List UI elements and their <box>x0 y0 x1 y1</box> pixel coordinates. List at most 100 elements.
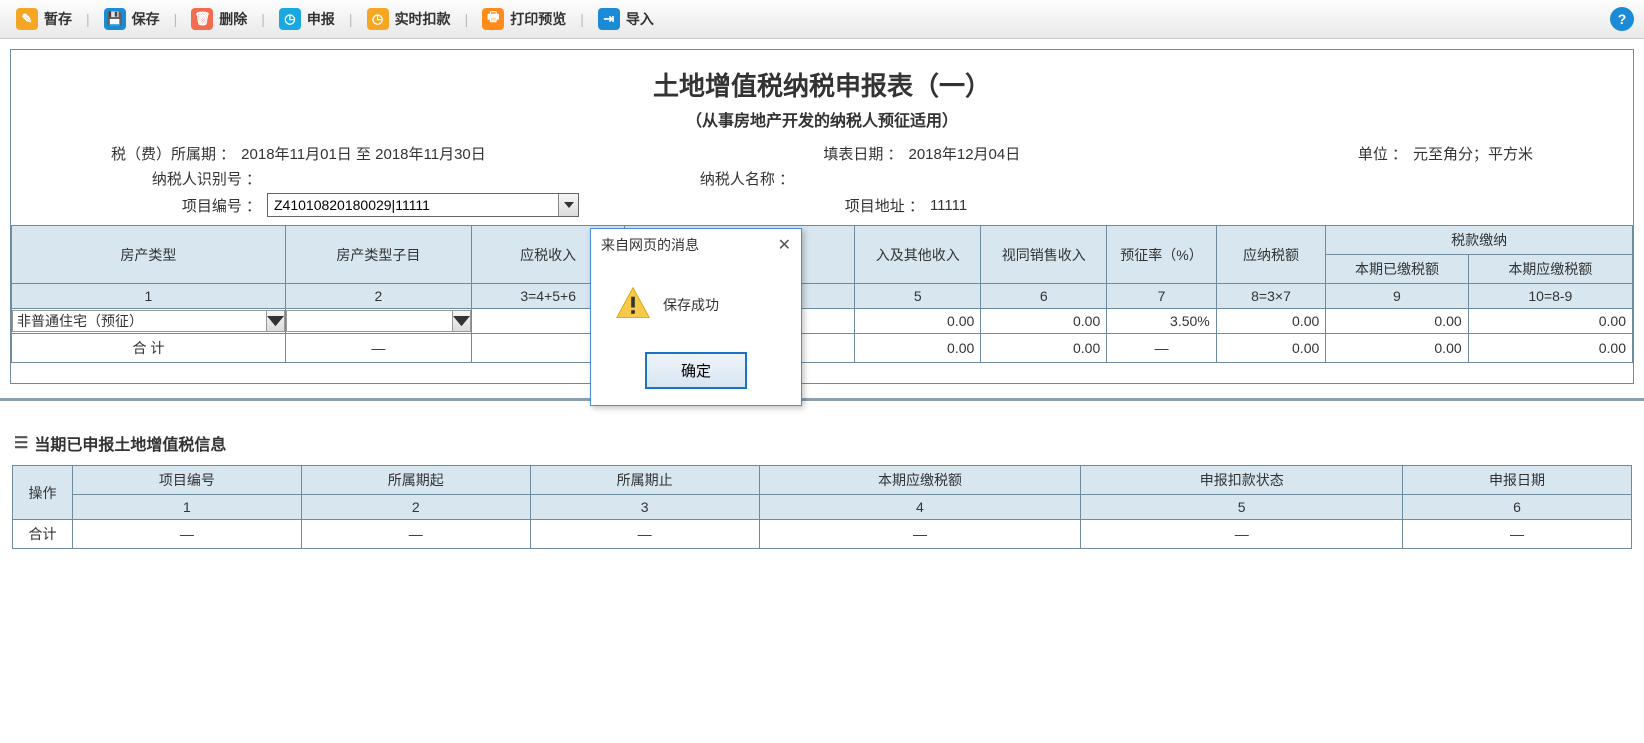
s2-total-dash4: — <box>759 520 1081 549</box>
separator: | <box>86 11 90 27</box>
unit-label: 单位 ： <box>1358 143 1407 164</box>
separator: | <box>349 11 353 27</box>
ok-button[interactable]: 确定 <box>645 352 747 389</box>
num-c2: 2 <box>285 284 471 309</box>
total-label: 合 计 <box>12 334 286 363</box>
info-row-2: 纳税人识别号 ： 纳税人名称 ： <box>11 166 1633 191</box>
page-subtitle: （从事房地产开发的纳税人预征适用） <box>11 107 1633 131</box>
save-label: 保存 <box>132 9 160 29</box>
realtime-button[interactable]: ◷ 实时扣款 <box>361 6 457 32</box>
th-c8: 应纳税额 <box>1216 226 1326 284</box>
declare-icon: ◷ <box>279 8 301 30</box>
separator: | <box>580 11 584 27</box>
th-subtype: 房产类型子目 <box>285 226 471 284</box>
cell-c7[interactable]: 3.50% <box>1107 309 1217 334</box>
stash-button[interactable]: ✎ 暂存 <box>10 6 78 32</box>
data-grid: 房产类型 房产类型子目 应税收入 入及其他收入 视同销售收入 预征率（%） 应纳… <box>11 225 1633 363</box>
total-dash-2: — <box>285 334 471 363</box>
warning-icon <box>615 285 651 324</box>
project-addr-label: 项目地址 ： <box>845 195 924 216</box>
s2-num-c3: 3 <box>530 495 759 520</box>
num-c6: 6 <box>981 284 1107 309</box>
section2-title-row: ☰ 当期已申报土地增值税信息 <box>14 431 1644 455</box>
project-no-combo[interactable] <box>267 193 579 217</box>
taxpayer-id-label: 纳税人识别号 ： <box>111 168 261 189</box>
cell-c5[interactable]: 0.00 <box>855 309 981 334</box>
num-c5: 5 <box>855 284 981 309</box>
list-icon: ☰ <box>14 433 28 453</box>
s2-num-c5: 5 <box>1081 495 1403 520</box>
th-type: 房产类型 <box>12 226 286 284</box>
s2-th-c1: 项目编号 <box>73 466 302 495</box>
print-button[interactable]: 🖶 打印预览 <box>476 6 572 32</box>
print-icon: 🖶 <box>482 8 504 30</box>
s2-total-row: 合计 — — — — — — <box>13 520 1632 549</box>
cell-c9[interactable]: 0.00 <box>1326 309 1468 334</box>
help-icon[interactable]: ? <box>1610 7 1634 31</box>
fill-date-value: 2018年12月04日 <box>909 143 1021 164</box>
separator: | <box>261 11 265 27</box>
s2-th-c4: 本期应缴税额 <box>759 466 1081 495</box>
s2-total-label: 合计 <box>13 520 73 549</box>
s2-th-c3: 所属期止 <box>530 466 759 495</box>
print-label: 打印预览 <box>510 9 566 29</box>
unit-value: 元至角分；平方米 <box>1413 143 1533 164</box>
total-c5: 0.00 <box>855 334 981 363</box>
close-icon[interactable]: ✕ <box>778 235 791 255</box>
chevron-down-icon[interactable] <box>452 311 470 331</box>
cell-type[interactable]: 非普通住宅（预征） <box>12 309 286 334</box>
stash-icon: ✎ <box>16 8 38 30</box>
stash-label: 暂存 <box>44 9 72 29</box>
project-no-input[interactable] <box>268 195 558 215</box>
fill-date-label: 填表日期 ： <box>823 143 902 164</box>
import-button[interactable]: ⇥ 导入 <box>592 6 660 32</box>
dialog-button-row: 确定 <box>591 342 801 405</box>
separator: | <box>465 11 469 27</box>
declare-button[interactable]: ◷ 申报 <box>273 6 341 32</box>
s2-num-c6: 6 <box>1403 495 1632 520</box>
th-c9: 本期已缴税额 <box>1326 255 1468 284</box>
chevron-down-icon[interactable] <box>266 311 284 331</box>
save-button[interactable]: 💾 保存 <box>98 6 166 32</box>
total-c8: 0.00 <box>1216 334 1326 363</box>
s2-num-c1: 1 <box>73 495 302 520</box>
s2-total-dash3: — <box>530 520 759 549</box>
realtime-label: 实时扣款 <box>395 9 451 29</box>
period-value: 2018年11月01日 至 2018年11月30日 <box>241 143 486 164</box>
dialog-titlebar: 来自网页的消息 ✕ <box>591 229 801 261</box>
delete-icon: 🗑 <box>191 8 213 30</box>
cell-c6[interactable]: 0.00 <box>981 309 1107 334</box>
num-c7: 7 <box>1107 284 1217 309</box>
cell-type-value: 非普通住宅（预征） <box>17 311 143 331</box>
section2-table-wrap: 操作 项目编号 所属期起 所属期止 本期应缴税额 申报扣款状态 申报日期 1 2… <box>12 465 1632 549</box>
s2-th-c6: 申报日期 <box>1403 466 1632 495</box>
s2-total-dash2: — <box>301 520 530 549</box>
s2-th-op: 操作 <box>13 466 73 520</box>
th-c10: 本期应缴税额 <box>1468 255 1632 284</box>
import-icon: ⇥ <box>598 8 620 30</box>
s2-num-c4: 4 <box>759 495 1081 520</box>
chevron-down-icon[interactable] <box>558 194 578 216</box>
delete-label: 删除 <box>219 9 247 29</box>
total-c6: 0.00 <box>981 334 1107 363</box>
message-dialog: 来自网页的消息 ✕ 保存成功 确定 <box>590 228 802 406</box>
info-row-1: 税（费）所属期 ： 2018年11月01日 至 2018年11月30日 填表日期… <box>11 141 1633 166</box>
th-c7: 预征率（%） <box>1107 226 1217 284</box>
divider <box>0 398 1644 401</box>
th-c5: 入及其他收入 <box>855 226 981 284</box>
s2-total-dash5: — <box>1081 520 1403 549</box>
import-label: 导入 <box>626 9 654 29</box>
cell-subtype[interactable] <box>285 309 471 334</box>
s2-num-c2: 2 <box>301 495 530 520</box>
save-icon: 💾 <box>104 8 126 30</box>
s2-total-dash6: — <box>1403 520 1632 549</box>
dialog-message: 保存成功 <box>663 295 719 315</box>
delete-button[interactable]: 🗑 删除 <box>185 6 253 32</box>
total-c7: — <box>1107 334 1217 363</box>
th-c9g: 税款缴纳 <box>1326 226 1633 255</box>
num-c8: 8=3×7 <box>1216 284 1326 309</box>
grid-num-row: 1 2 3=4+5+6 5 6 7 8=3×7 9 10=8-9 <box>12 284 1633 309</box>
section2-grid: 操作 项目编号 所属期起 所属期止 本期应缴税额 申报扣款状态 申报日期 1 2… <box>12 465 1632 549</box>
s2-th-c5: 申报扣款状态 <box>1081 466 1403 495</box>
realtime-icon: ◷ <box>367 8 389 30</box>
